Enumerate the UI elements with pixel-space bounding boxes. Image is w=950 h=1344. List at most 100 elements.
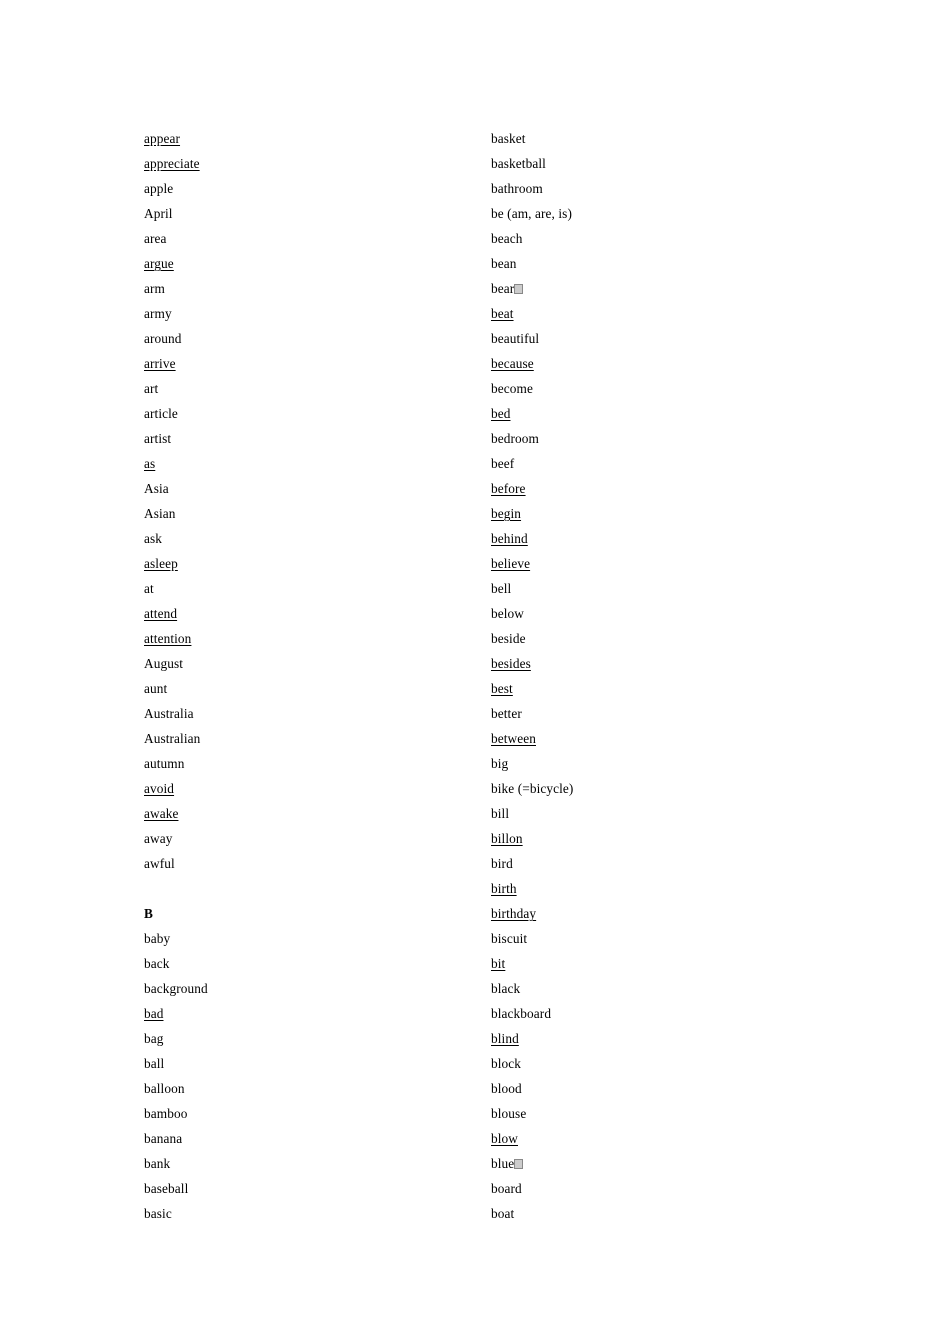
word-entry: away: [144, 826, 474, 851]
word-label: asleep: [144, 556, 178, 571]
word-entry: besides: [491, 651, 821, 676]
word-label: away: [144, 831, 173, 846]
word-entry: artist: [144, 426, 474, 451]
word-entry: attend: [144, 601, 474, 626]
word-entry: bike (=bicycle): [491, 776, 821, 801]
word-entry: blood: [491, 1076, 821, 1101]
word-entry: bad: [144, 1001, 474, 1026]
word-entry: black: [491, 976, 821, 1001]
word-label: besides: [491, 656, 531, 671]
word-label: board: [491, 1181, 522, 1196]
word-entry: beautiful: [491, 326, 821, 351]
word-label: bear: [491, 281, 515, 296]
word-entry: asleep: [144, 551, 474, 576]
word-entry: beat: [491, 301, 821, 326]
word-entry: ball: [144, 1051, 474, 1076]
word-label: ball: [144, 1056, 165, 1071]
word-label: blow: [491, 1131, 518, 1146]
word-label: basic: [144, 1206, 172, 1221]
word-entry: appear: [144, 126, 474, 151]
word-label: bag: [144, 1031, 164, 1046]
word-label: around: [144, 331, 182, 346]
word-entry: autumn: [144, 751, 474, 776]
word-label: bathroom: [491, 181, 543, 196]
word-entry: ask: [144, 526, 474, 551]
word-label: basket: [491, 131, 526, 146]
word-label: bedroom: [491, 431, 539, 446]
word-label: Australian: [144, 731, 201, 746]
word-label: Asian: [144, 506, 176, 521]
word-entry: Australian: [144, 726, 474, 751]
word-entry: Australia: [144, 701, 474, 726]
word-entry: biscuit: [491, 926, 821, 951]
word-label: believe: [491, 556, 531, 571]
word-entry: bill: [491, 801, 821, 826]
word-entry: basket: [491, 126, 821, 151]
word-label: bird: [491, 856, 513, 871]
word-entry: basic: [144, 1201, 474, 1226]
word-label: beside: [491, 631, 526, 646]
word-entry: back: [144, 951, 474, 976]
word-label: appear: [144, 131, 181, 146]
word-label: between: [491, 731, 536, 746]
word-label: area: [144, 231, 167, 246]
word-entry: aunt: [144, 676, 474, 701]
word-entry: arm: [144, 276, 474, 301]
word-entry: bank: [144, 1151, 474, 1176]
word-entry: bean: [491, 251, 821, 276]
word-label: bill: [491, 806, 510, 821]
word-label: appreciate: [144, 156, 200, 171]
word-label: attention: [144, 631, 192, 646]
word-entry: apple: [144, 176, 474, 201]
word-entry: billon: [491, 826, 821, 851]
word-entry: birthday: [491, 901, 821, 926]
word-label: basketball: [491, 156, 546, 171]
word-label: billon: [491, 831, 523, 846]
word-label: biscuit: [491, 931, 528, 946]
word-entry: Asian: [144, 501, 474, 526]
word-label: arm: [144, 281, 165, 296]
word-entry: banana: [144, 1126, 474, 1151]
word-label: bank: [144, 1156, 171, 1171]
word-label: back: [144, 956, 170, 971]
word-label: beef: [491, 456, 515, 471]
word-label: beautiful: [491, 331, 540, 346]
word-label: as: [144, 456, 156, 471]
word-label: bamboo: [144, 1106, 188, 1121]
word-label: ask: [144, 531, 163, 546]
word-label: be (am, are, is): [491, 206, 572, 221]
word-entry: bear: [491, 276, 821, 301]
word-label: blood: [491, 1081, 522, 1096]
word-label: black: [491, 981, 521, 996]
word-label: arrive: [144, 356, 176, 371]
word-label: awful: [144, 856, 175, 871]
word-entry: background: [144, 976, 474, 1001]
word-label: bean: [491, 256, 517, 271]
word-entry: baseball: [144, 1176, 474, 1201]
word-label: art: [144, 381, 159, 396]
word-entry: bedroom: [491, 426, 821, 451]
word-label: bike (=bicycle): [491, 781, 574, 796]
word-label: birthday: [491, 906, 537, 921]
word-entry: arrive: [144, 351, 474, 376]
word-entry: before: [491, 476, 821, 501]
word-list-column-left: appear appreciate apple April area argue arm ar…: [144, 126, 474, 1226]
word-label: apple: [144, 181, 174, 196]
word-entry: bit: [491, 951, 821, 976]
word-entry: April: [144, 201, 474, 226]
word-entry: bird: [491, 851, 821, 876]
word-entry: boat: [491, 1201, 821, 1226]
missing-glyph-icon: [514, 284, 524, 294]
word-entry: beside: [491, 626, 821, 651]
word-label: because: [491, 356, 534, 371]
word-entry: blouse: [491, 1101, 821, 1126]
word-entry: believe: [491, 551, 821, 576]
word-label: birth: [491, 881, 517, 896]
word-entry: bell: [491, 576, 821, 601]
word-entry: begin: [491, 501, 821, 526]
word-entry: awful: [144, 851, 474, 876]
section-heading-label: B: [144, 906, 153, 921]
word-label: bad: [144, 1006, 164, 1021]
word-label: block: [491, 1056, 522, 1071]
